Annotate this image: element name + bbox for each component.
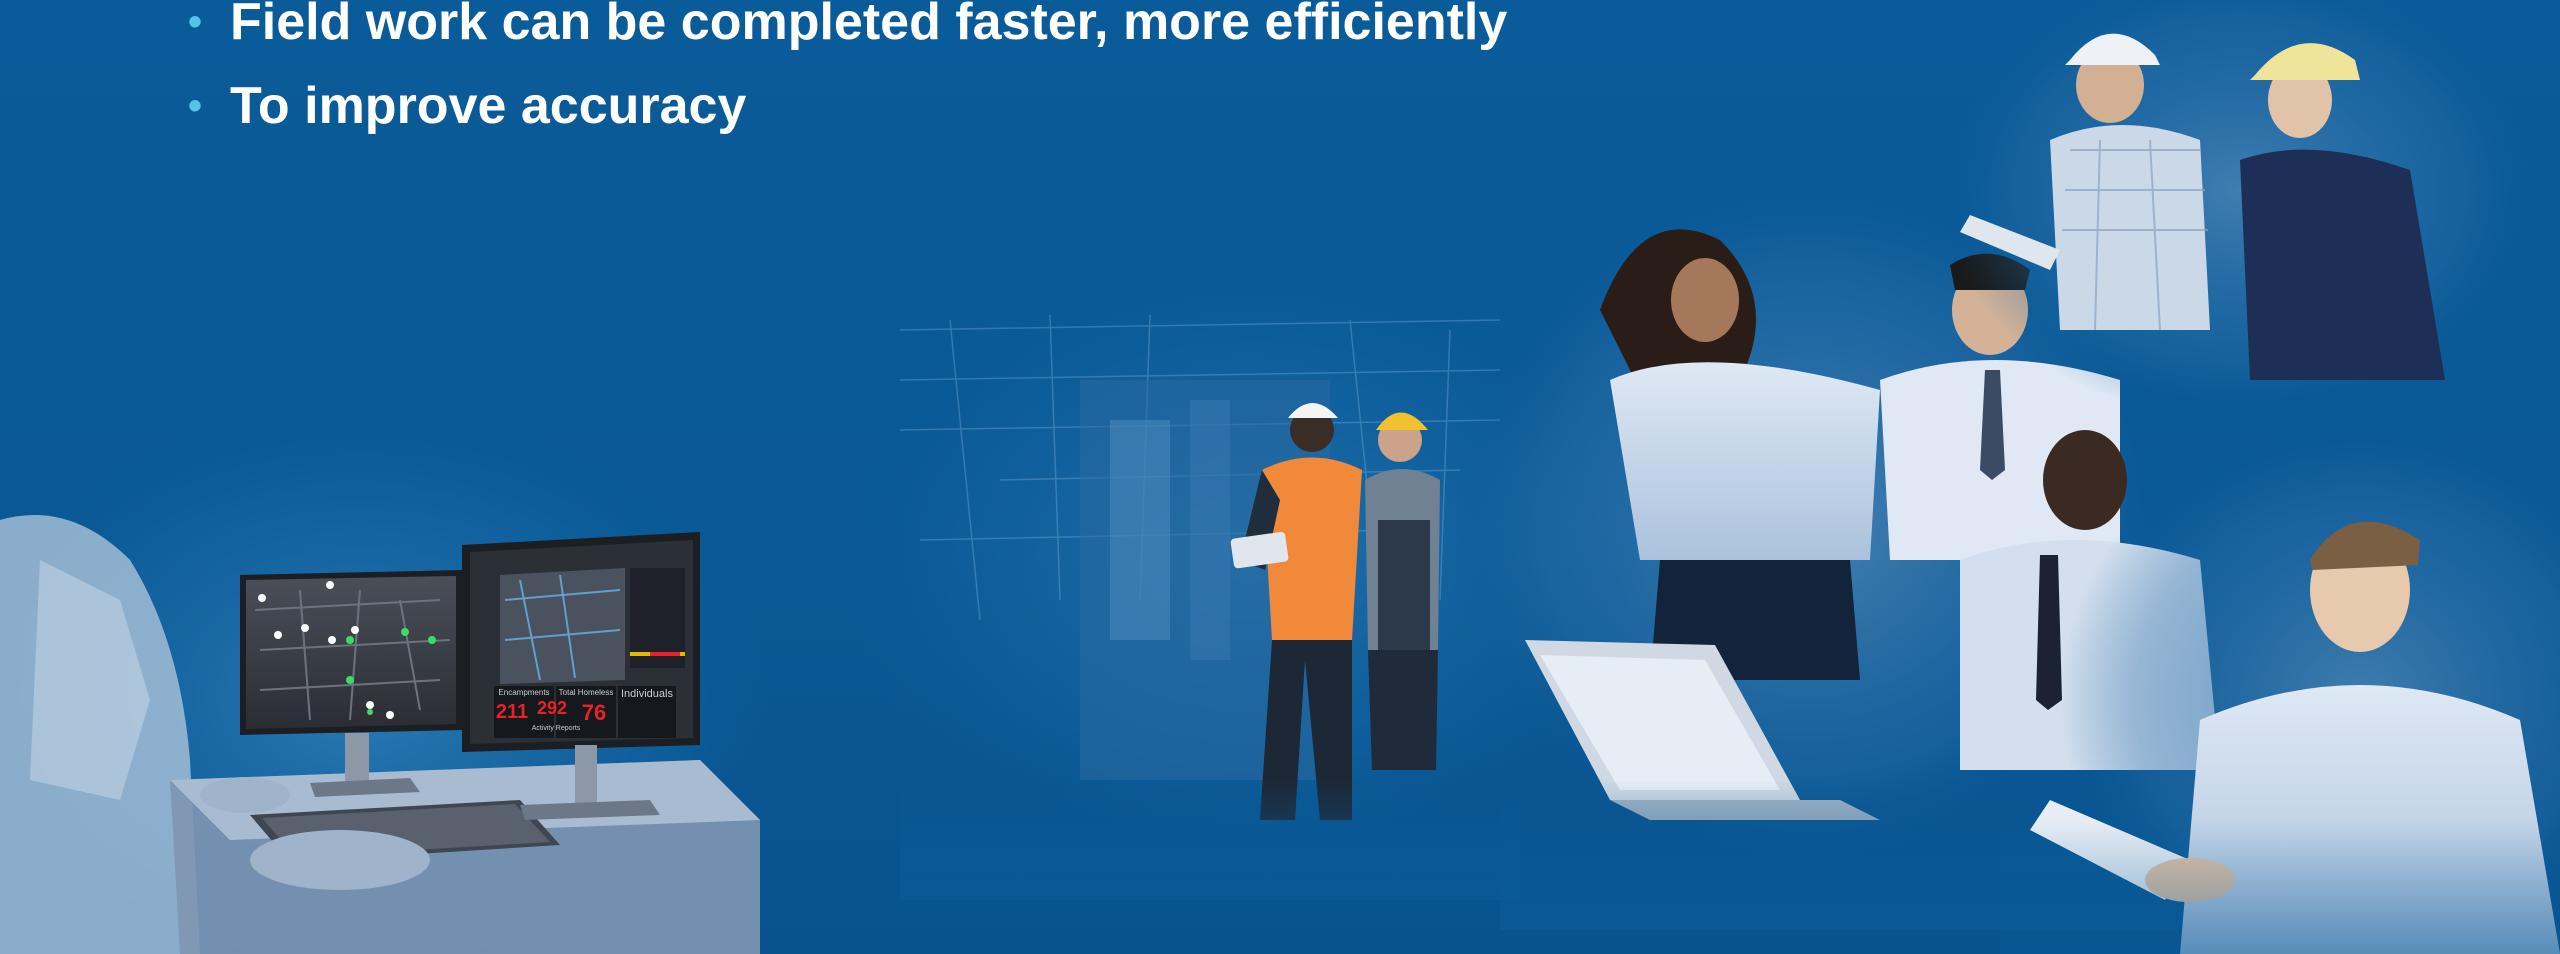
metric-value: 76 [582,700,606,725]
photo-collage: Encampments Total Homeless Individuals 2… [0,0,2560,954]
metric-label: Total Homeless [559,688,614,697]
metric-value: 211 [496,701,528,723]
metric-footer: Activity Reports [532,725,581,732]
metric-label: Individuals [621,688,673,700]
metric-label: Encampments [498,688,549,697]
presentation-slide: • Field work can be completed faster, mo… [0,0,2560,954]
person-at-dual-monitors-image: Encampments Total Homeless Individuals 2… [0,400,780,954]
metric-value: 292 [537,698,567,718]
